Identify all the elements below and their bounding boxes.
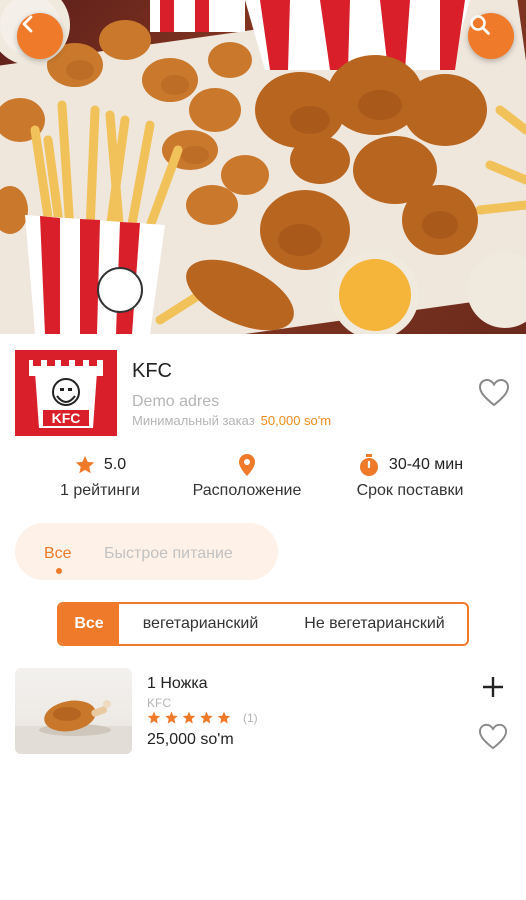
delivery-value: 30-40 мин xyxy=(388,456,464,473)
food-illustration xyxy=(0,0,526,334)
heart-outline-icon xyxy=(478,723,508,750)
hero-banner-image xyxy=(0,0,526,334)
min-order-label: Минимальный заказ xyxy=(132,413,255,428)
filter-all[interactable]: Все xyxy=(59,604,119,644)
plus-icon xyxy=(483,677,503,697)
min-order-amount: 50,000 so'm xyxy=(260,413,332,428)
star-icon xyxy=(75,455,95,474)
item-image[interactable] xyxy=(15,668,132,754)
store-logo: KFC xyxy=(15,350,117,436)
tab-fast-food[interactable]: Быстрое питание xyxy=(104,545,233,563)
chevron-left-icon xyxy=(22,15,33,33)
item-name[interactable]: 1 Ножка xyxy=(147,675,208,693)
item-price: 25,000 so'm xyxy=(147,731,234,748)
five-star-rating-icon xyxy=(147,711,231,724)
favorite-store-button[interactable] xyxy=(478,378,510,408)
search-button[interactable] xyxy=(468,13,514,59)
delivery-label: Срок поставки xyxy=(356,482,464,499)
rating-label: 1 рейтинги xyxy=(60,482,140,499)
add-to-cart-button[interactable] xyxy=(480,674,506,700)
delivery-stat: 30-40 мин Срок поставки xyxy=(346,452,474,500)
diet-filter: Все вегетарианский Не вегетарианский xyxy=(57,602,469,646)
category-tabs: Все Быстрое питание xyxy=(15,523,278,580)
chicken-leg-image xyxy=(15,700,132,754)
store-address: Demo adres xyxy=(132,393,220,410)
location-label: Расположение xyxy=(192,482,302,499)
min-order: Минимальный заказ 50,000 so'm xyxy=(132,413,331,428)
active-dot-indicator xyxy=(56,568,62,574)
kfc-logo-icon: KFC xyxy=(29,360,103,428)
rating-count: (1) xyxy=(243,711,258,725)
rating-stat: 5.0 1 рейтинги xyxy=(52,452,148,500)
rating-value: 5.0 xyxy=(103,456,127,473)
stopwatch-icon xyxy=(359,454,378,476)
location-pin-icon xyxy=(239,454,255,476)
tab-all[interactable]: Все xyxy=(44,545,72,574)
heart-outline-icon xyxy=(478,378,510,407)
favorite-item-button[interactable] xyxy=(478,723,508,751)
item-rating: (1) xyxy=(147,711,258,725)
filter-vegetarian[interactable]: вегетарианский xyxy=(119,604,282,644)
search-icon xyxy=(470,15,490,35)
store-name: KFC xyxy=(132,360,172,382)
filter-non-vegetarian[interactable]: Не вегетарианский xyxy=(282,604,467,644)
tab-all-label: Все xyxy=(44,545,72,562)
logo-text: KFC xyxy=(52,410,81,426)
location-stat[interactable]: Расположение xyxy=(182,452,312,500)
item-store: KFC xyxy=(147,696,171,710)
back-button[interactable] xyxy=(17,13,63,59)
